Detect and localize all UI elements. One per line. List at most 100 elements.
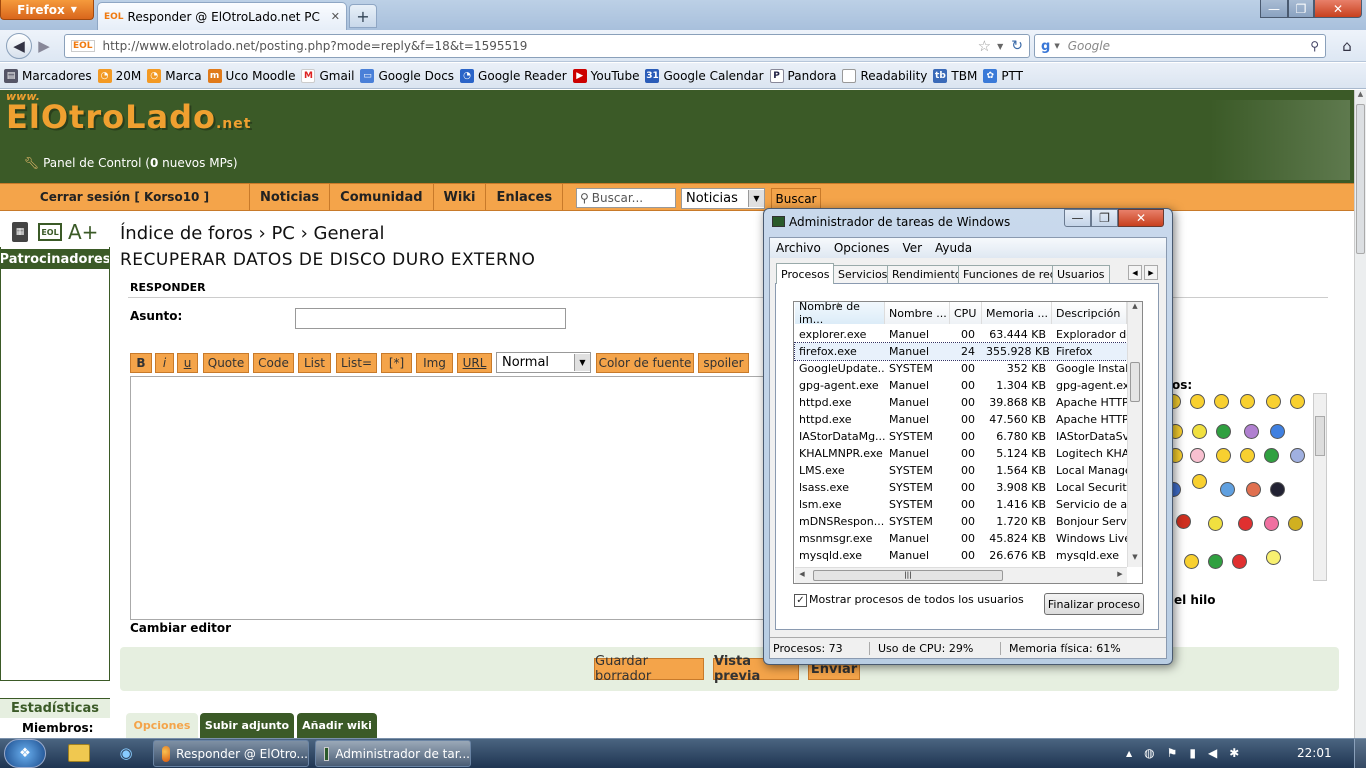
smiley-icon[interactable] xyxy=(1270,482,1285,497)
scroll-thumb[interactable]: ||| xyxy=(813,570,1003,581)
col-memory[interactable]: Memoria ... xyxy=(982,302,1052,324)
close-icon[interactable]: ✕ xyxy=(331,10,340,23)
site-search-button[interactable]: Buscar xyxy=(771,188,821,209)
scroll-thumb[interactable] xyxy=(1356,104,1365,254)
font-size-select[interactable]: Normal ▼ xyxy=(496,352,591,373)
start-button[interactable]: ❖ xyxy=(4,739,46,768)
tab-anadir-wiki[interactable]: Añadir wiki xyxy=(297,713,377,738)
process-row[interactable]: httpd.exe Manuel 00 47.560 KB Apache HTTP S xyxy=(795,411,1127,428)
col-user-name[interactable]: Nombre ... xyxy=(885,302,950,324)
list-ordered-button[interactable]: List= xyxy=(336,353,377,373)
smiley-icon[interactable] xyxy=(1176,514,1191,529)
site-logo[interactable]: ElOtroLado.net xyxy=(6,98,251,136)
bookmark-pandora[interactable]: P Pandora xyxy=(769,68,836,83)
process-row[interactable]: firefox.exe Manuel 24 355.928 KB Firefox xyxy=(794,342,1128,361)
subject-input[interactable] xyxy=(295,308,566,329)
smiley-icon[interactable] xyxy=(1190,448,1205,463)
menu-opciones[interactable]: Opciones xyxy=(834,241,890,255)
bookmark-ptt[interactable]: ✿ PTT xyxy=(983,68,1023,83)
chevron-down-icon[interactable]: ▼ xyxy=(997,42,1003,51)
code-button[interactable]: Code xyxy=(253,353,294,373)
smiley-icon[interactable] xyxy=(1208,554,1223,569)
smiley-icon[interactable] xyxy=(1290,394,1305,409)
maximize-button[interactable]: ❐ xyxy=(1288,0,1314,18)
chevron-right-icon[interactable]: ▶ xyxy=(1113,570,1127,578)
menu-ayuda[interactable]: Ayuda xyxy=(935,241,972,255)
process-row[interactable]: mysqld.exe Manuel 00 26.676 KB mysqld.exe xyxy=(795,547,1127,564)
search-icon[interactable]: ⚲ xyxy=(1310,39,1319,53)
nav-noticias[interactable]: Noticias xyxy=(250,184,331,210)
smiley-icon[interactable] xyxy=(1216,448,1231,463)
reload-icon[interactable]: ↻ xyxy=(1011,38,1023,54)
bookmark-readability[interactable]: Readability xyxy=(842,68,927,83)
font-size-increase-button[interactable]: A+ xyxy=(68,220,98,244)
smileys-scrollbar[interactable] xyxy=(1313,393,1327,581)
network-tray-icon[interactable]: ◍ xyxy=(1144,746,1154,760)
col-cpu[interactable]: CPU xyxy=(950,302,982,324)
scroll-thumb[interactable] xyxy=(1315,416,1325,456)
save-draft-button[interactable]: Guardar borrador xyxy=(594,654,704,684)
back-button[interactable]: ◀ xyxy=(6,33,32,59)
change-editor-link[interactable]: Cambiar editor xyxy=(130,621,231,635)
site-search-input[interactable]: ⚲ Buscar... xyxy=(576,188,676,208)
eol-small-icon[interactable]: EOL xyxy=(38,223,62,241)
smiley-icon[interactable] xyxy=(1238,516,1253,531)
tab-subir-adjunto[interactable]: Subir adjunto xyxy=(200,713,294,738)
menu-ver[interactable]: Ver xyxy=(902,241,922,255)
chevron-up-icon[interactable]: ▲ xyxy=(1128,302,1142,316)
forward-button[interactable]: ▶ xyxy=(34,35,54,57)
tm-maximize-button[interactable]: ❐ xyxy=(1091,209,1118,227)
smiley-icon[interactable] xyxy=(1220,482,1235,497)
process-row[interactable]: lsass.exe SYSTEM 00 3.908 KB Local Security xyxy=(795,479,1127,496)
tab-scroll-left[interactable]: ◀ xyxy=(1128,265,1142,280)
list-item-button[interactable]: [*] xyxy=(381,353,412,373)
process-row[interactable]: lsm.exe SYSTEM 00 1.416 KB Servicio de adm xyxy=(795,496,1127,513)
process-row[interactable]: mDNSRespon... SYSTEM 00 1.720 KB Bonjour Ser… xyxy=(795,513,1127,530)
bookmark-google-reader[interactable]: ◔ Google Reader xyxy=(460,68,567,83)
bookmark-marca[interactable]: ◔ Marca xyxy=(147,68,202,83)
control-panel-link[interactable]: 🔧︎ Panel de Control (0 nuevos MPs) xyxy=(24,156,238,170)
bold-button[interactable]: B xyxy=(130,353,152,373)
end-process-button[interactable]: Finalizar proceso xyxy=(1044,593,1144,615)
smiley-icon[interactable] xyxy=(1190,394,1205,409)
nav-comunidad[interactable]: Comunidad xyxy=(330,184,434,210)
smiley-icon[interactable] xyxy=(1266,394,1281,409)
tab-usuarios[interactable]: Usuarios xyxy=(1052,265,1110,283)
smiley-icon[interactable] xyxy=(1240,394,1255,409)
process-row[interactable]: GoogleUpdate... SYSTEM 00 352 KB Google Inst… xyxy=(795,360,1127,377)
process-row[interactable]: LMS.exe SYSTEM 00 1.564 KB Local Manage xyxy=(795,462,1127,479)
minimize-button[interactable]: — xyxy=(1260,0,1288,18)
bookmark-youtube[interactable]: ▶ YouTube xyxy=(572,68,639,83)
smiley-icon[interactable] xyxy=(1240,448,1255,463)
tab-funciones-de-red[interactable]: Funciones de red xyxy=(958,265,1062,283)
logout-link[interactable]: Cerrar sesión [ Korso10 ] xyxy=(0,184,250,210)
col-description[interactable]: Descripción xyxy=(1052,302,1127,324)
process-row[interactable]: httpd.exe Manuel 00 39.868 KB Apache HTTP S xyxy=(795,394,1127,411)
smiley-icon[interactable] xyxy=(1290,448,1305,463)
calculator-icon[interactable]: ▦ xyxy=(12,222,28,242)
volume-icon[interactable]: ◀ xyxy=(1208,746,1217,760)
smiley-icon[interactable] xyxy=(1184,554,1199,569)
bookmark-20m[interactable]: ◔ 20M xyxy=(97,68,141,83)
flag-icon[interactable]: ✱ xyxy=(1229,746,1239,760)
menu-archivo[interactable]: Archivo xyxy=(776,241,821,255)
clock[interactable]: 22:01 xyxy=(1297,746,1332,760)
list-button[interactable]: List xyxy=(298,353,331,373)
taskbar-firefox[interactable]: Responder @ ElOtro... xyxy=(153,740,309,767)
tab-opciones[interactable]: Opciones xyxy=(126,713,198,738)
tab-responder[interactable]: EOL Responder @ ElOtroLado.net PC ✕ xyxy=(97,2,347,30)
chevron-up-icon[interactable]: ▲ xyxy=(1355,90,1366,104)
action-center-icon[interactable]: ⚑ xyxy=(1167,746,1178,760)
nav-wiki[interactable]: Wiki xyxy=(434,184,487,210)
tab-scroll-right[interactable]: ▶ xyxy=(1144,265,1158,280)
ie-taskbar-icon[interactable]: ◉ xyxy=(116,743,136,763)
font-color-button[interactable]: Color de fuente xyxy=(596,353,694,373)
tm-minimize-button[interactable]: — xyxy=(1064,209,1091,227)
explorer-taskbar-icon[interactable] xyxy=(68,744,90,762)
show-all-processes-checkbox[interactable]: ✓ xyxy=(794,594,807,607)
page-scrollbar[interactable]: ▲ xyxy=(1354,90,1366,738)
italic-button[interactable]: i xyxy=(155,353,174,373)
smiley-icon[interactable] xyxy=(1214,394,1229,409)
star-icon[interactable]: ☆ xyxy=(978,37,991,55)
tab-servicios[interactable]: Servicios xyxy=(833,265,893,283)
